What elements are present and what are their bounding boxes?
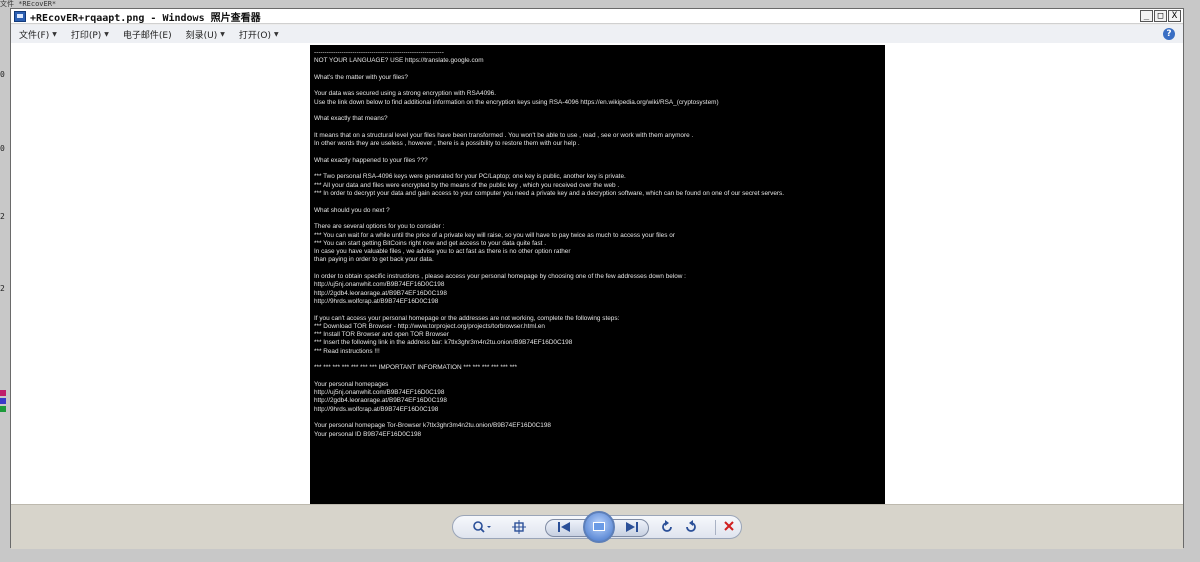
image-text-line: *** *** *** *** *** *** *** IMPORTANT IN… bbox=[314, 364, 518, 372]
menu-email[interactable]: 电子邮件(E) bbox=[123, 28, 172, 41]
photo-viewer-window: +REcovER+rqaapt.png - Windows 照片查看器 _ □ … bbox=[10, 8, 1184, 549]
help-icon[interactable]: ? bbox=[1163, 28, 1175, 40]
menu-bar: 文件(F) ▼ 打印(P) ▼ 电子邮件(E) 刻录(U) ▼ 打开(O) ▼ … bbox=[11, 25, 1183, 43]
image-text-line: *** Two personal RSA-4096 keys were gene… bbox=[314, 173, 626, 181]
image-text-line bbox=[314, 82, 885, 90]
menu-file[interactable]: 文件(F) ▼ bbox=[19, 28, 57, 41]
displayed-image: ----------------------------------------… bbox=[310, 45, 885, 504]
image-text-line: Your personal ID B9B74EF16D0C198 bbox=[314, 430, 422, 438]
image-text-line: http://2gdb4.leoraorage.at/B9B74EF16D0C1… bbox=[314, 397, 447, 405]
desktop-glyph: 2 bbox=[0, 284, 5, 293]
image-text-line bbox=[314, 149, 885, 157]
image-text-line: http://2gdb4.leoraorage.at/B9B74EF16D0C1… bbox=[314, 289, 447, 297]
image-text-line: In case you have valuable files , we adv… bbox=[314, 248, 571, 256]
photo-viewer-app-icon bbox=[14, 10, 26, 22]
image-text-line bbox=[314, 165, 885, 173]
delete-icon[interactable] bbox=[721, 520, 737, 536]
image-text-line: http://uj5nj.onanwhit.com/B9B74EF16D0C19… bbox=[314, 281, 445, 289]
toolbar-separator bbox=[715, 520, 716, 535]
actual-size-icon[interactable] bbox=[511, 520, 527, 536]
image-text-line: Your data was secured using a strong enc… bbox=[314, 90, 497, 98]
zoom-icon[interactable] bbox=[471, 520, 493, 536]
desktop-icon-fragment bbox=[0, 390, 6, 396]
image-text-line: ----------------------------------------… bbox=[314, 49, 444, 56]
image-text-line: *** In order to decrypt your data and ga… bbox=[314, 190, 784, 198]
menu-open[interactable]: 打开(O) ▼ bbox=[239, 28, 279, 41]
menu-email-label: 电子邮件(E) bbox=[122, 30, 172, 41]
image-text-line bbox=[314, 124, 885, 132]
image-text-line: *** Insert the following link in the add… bbox=[314, 339, 573, 347]
desktop-icon-fragment bbox=[0, 406, 6, 412]
chevron-down-icon: ▼ bbox=[220, 30, 225, 38]
image-text-line: In other words they are useless , howeve… bbox=[314, 140, 580, 148]
image-viewport: ----------------------------------------… bbox=[11, 43, 1183, 504]
image-text-line: *** All your data and files were encrypt… bbox=[314, 181, 620, 189]
image-text-line bbox=[314, 107, 885, 115]
chevron-down-icon: ▼ bbox=[104, 30, 109, 38]
desktop-glyph: 2 bbox=[0, 212, 5, 221]
image-text-line: It means that on a structural level your… bbox=[314, 131, 694, 139]
image-text-line bbox=[314, 306, 885, 314]
image-text-line: *** You can wait for a while until the p… bbox=[314, 231, 675, 239]
next-icon[interactable] bbox=[624, 521, 640, 537]
image-text-line: What should you do next ? bbox=[314, 206, 390, 214]
desktop-icon-fragment bbox=[0, 398, 6, 404]
window-controls: _ □ X bbox=[1140, 10, 1181, 22]
image-text-line: Your personal homepage Tor-Browser k7tlx… bbox=[314, 422, 551, 430]
bottom-toolbar bbox=[11, 504, 1183, 549]
title-bar[interactable]: +REcovER+rqaapt.png - Windows 照片查看器 _ □ … bbox=[11, 9, 1183, 24]
image-text-line bbox=[314, 66, 885, 74]
menu-burn[interactable]: 刻录(U) ▼ bbox=[186, 28, 225, 41]
desktop-glyph: 0 bbox=[0, 144, 5, 153]
image-text-line: *** Install TOR Browser and open TOR Bro… bbox=[314, 331, 449, 339]
image-text-line: If you can't access your personal homepa… bbox=[314, 314, 620, 322]
image-text-line: Your personal homepages bbox=[314, 380, 389, 388]
image-text-line: What exactly happened to your files ??? bbox=[314, 156, 428, 164]
image-text-line: What's the matter with your files? bbox=[314, 73, 408, 81]
image-text-line bbox=[314, 356, 885, 364]
close-button[interactable]: X bbox=[1168, 10, 1181, 22]
image-text-line: What exactly that means? bbox=[314, 115, 388, 123]
image-text-line: than paying in order to get back your da… bbox=[314, 256, 434, 264]
image-text-line: http://9hrds.wolfcrap.at/B9B74EF16D0C198 bbox=[314, 297, 439, 305]
chevron-down-icon: ▼ bbox=[52, 30, 57, 38]
image-text-line: There are several options for you to con… bbox=[314, 223, 445, 231]
image-text-line: *** Read instructions !!! bbox=[314, 347, 380, 355]
menu-print-label: 打印(P) bbox=[70, 30, 102, 41]
menu-burn-label: 刻录(U) bbox=[185, 30, 218, 41]
image-text-line: NOT YOUR LANGUAGE? USE https://translate… bbox=[314, 57, 484, 65]
slideshow-icon bbox=[593, 522, 605, 531]
image-text-line: In order to obtain specific instructions… bbox=[314, 273, 686, 281]
image-text-line bbox=[314, 265, 885, 273]
slideshow-button[interactable] bbox=[583, 511, 615, 543]
image-text-line: Use the link down below to find addition… bbox=[314, 98, 719, 106]
image-text-line: http://9hrds.wolfcrap.at/B9B74EF16D0C198 bbox=[314, 405, 439, 413]
rotate-clockwise-icon[interactable] bbox=[683, 520, 699, 536]
desktop-corner-label: 文件 *REcovER* bbox=[0, 0, 57, 8]
image-text-line bbox=[314, 414, 885, 422]
viewer-controls bbox=[452, 511, 742, 543]
image-text-line: http://uj5nj.onanwhit.com/B9B74EF16D0C19… bbox=[314, 389, 445, 397]
rotate-counterclockwise-icon[interactable] bbox=[659, 520, 675, 536]
menu-open-label: 打开(O) bbox=[238, 30, 271, 41]
desktop-glyph: 0 bbox=[0, 70, 5, 79]
maximize-button[interactable]: □ bbox=[1154, 10, 1167, 22]
image-text-line: *** You can start getting BitCoins right… bbox=[314, 239, 546, 247]
chevron-down-icon: ▼ bbox=[273, 30, 279, 38]
window-title: +REcovER+rqaapt.png - Windows 照片查看器 bbox=[30, 12, 261, 24]
menu-file-label: 文件(F) bbox=[19, 30, 50, 41]
image-text-line bbox=[314, 373, 885, 381]
menu-print[interactable]: 打印(P) ▼ bbox=[71, 28, 109, 41]
image-text-line: *** Download TOR Browser - http://www.to… bbox=[314, 322, 545, 330]
previous-icon[interactable] bbox=[556, 521, 572, 537]
minimize-button[interactable]: _ bbox=[1140, 10, 1153, 22]
image-text-line bbox=[314, 198, 885, 206]
image-text-line bbox=[314, 215, 885, 223]
